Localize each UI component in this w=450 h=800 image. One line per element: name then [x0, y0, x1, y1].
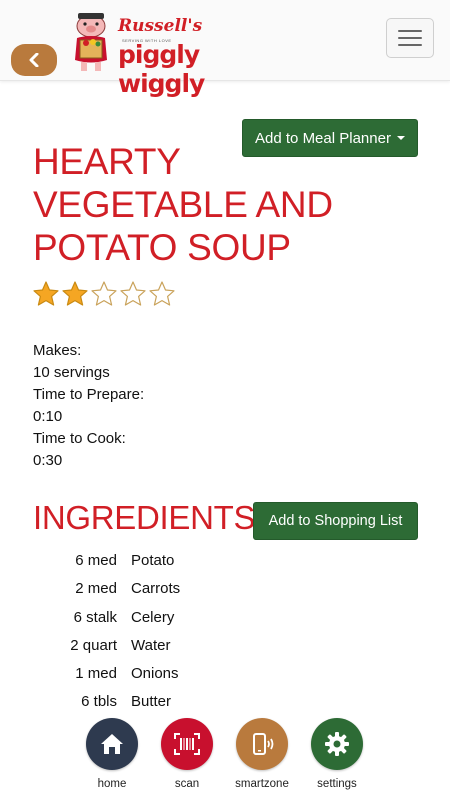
barcode-icon: [174, 733, 200, 755]
logo-script-text: Russell's: [118, 16, 203, 36]
ingredient-name: Onions: [131, 665, 179, 683]
recipe-title: HEARTY VEGETABLE AND POTATO SOUP: [33, 141, 333, 268]
nav-settings-circle[interactable]: [311, 718, 363, 770]
makes-label: Makes:: [33, 342, 82, 359]
prep-time-label: Time to Prepare:: [33, 386, 145, 403]
ingredient-name: Water: [131, 636, 171, 654]
nav-scan[interactable]: scan: [152, 718, 222, 790]
caret-down-icon: [396, 136, 405, 140]
ingredient-row: 2 med Carrots: [0, 580, 450, 608]
nav-settings[interactable]: settings: [302, 718, 372, 790]
nav-settings-label: settings: [317, 778, 357, 790]
logo-wordmark: piggly wiggly: [118, 40, 205, 98]
add-to-shopping-list-button[interactable]: Add to Shopping List: [253, 502, 418, 540]
ingredient-row: 6 med Potato: [0, 552, 450, 580]
nav-scan-label: scan: [174, 778, 200, 790]
ingredient-row: 2 quart Water: [0, 637, 450, 665]
nav-smartzone-circle[interactable]: [236, 718, 288, 770]
pig-mascot-icon: [75, 13, 107, 71]
star-filled-icon[interactable]: [61, 280, 89, 308]
shopping-list-label: Add to Shopping List: [268, 513, 403, 529]
ingredient-qty: 6 med: [75, 552, 117, 569]
ingredient-row: 6 stalk Celery: [0, 609, 450, 637]
hamburger-menu-button[interactable]: [386, 18, 434, 58]
ingredient-list: 6 med Potato 2 med Carrots 6 stalk Celer…: [0, 552, 450, 722]
star-empty-icon[interactable]: [90, 280, 118, 308]
menu-bar: [398, 30, 422, 32]
star-empty-icon[interactable]: [119, 280, 147, 308]
gear-icon: [325, 732, 349, 756]
app-header: Russell's SERVING WITH LOVE piggly wiggl…: [0, 0, 450, 98]
chevron-left-icon: [29, 53, 39, 67]
recipe-info: Makes: 10 servings Time to Prepare: 0:10…: [33, 340, 144, 472]
star-empty-icon[interactable]: [148, 280, 176, 308]
cook-time-label: Time to Cook:: [33, 430, 126, 447]
nav-home[interactable]: home: [77, 718, 147, 790]
ingredient-qty: 6 tbls: [81, 693, 117, 711]
back-button[interactable]: [11, 44, 57, 76]
bottom-navigation: home scan smartzone settings: [0, 718, 450, 800]
makes-value: 10 servings: [33, 364, 110, 381]
ingredient-qty: 6 stalk: [73, 608, 117, 626]
menu-bar: [398, 37, 422, 39]
ingredient-qty: 2 quart: [70, 636, 117, 654]
nav-home-label: home: [97, 778, 127, 790]
ingredient-qty: 2 med: [75, 580, 117, 598]
cook-time-value: 0:30: [33, 452, 63, 469]
ingredient-name: Potato: [131, 552, 175, 569]
ingredient-row: 1 med Onions: [0, 665, 450, 693]
star-filled-icon[interactable]: [32, 280, 60, 308]
prep-time-value: 0:10: [33, 408, 63, 425]
menu-bar: [398, 44, 422, 46]
ingredient-name: Celery: [131, 608, 175, 626]
ingredient-name: Butter: [131, 693, 172, 711]
ingredient-qty: 1 med: [75, 665, 117, 683]
nav-home-circle[interactable]: [86, 718, 138, 770]
ingredients-heading: INGREDIENTS: [33, 499, 256, 536]
nav-scan-circle[interactable]: [161, 718, 213, 770]
home-icon: [101, 734, 123, 754]
ingredient-name: Carrots: [131, 580, 181, 598]
nav-smartzone[interactable]: smartzone: [227, 718, 297, 790]
nav-smartzone-label: smartzone: [235, 778, 289, 790]
store-logo[interactable]: Russell's SERVING WITH LOVE piggly wiggl…: [66, 8, 288, 98]
smartphone-signal-icon: [253, 733, 274, 755]
star-rating[interactable]: [32, 280, 176, 308]
